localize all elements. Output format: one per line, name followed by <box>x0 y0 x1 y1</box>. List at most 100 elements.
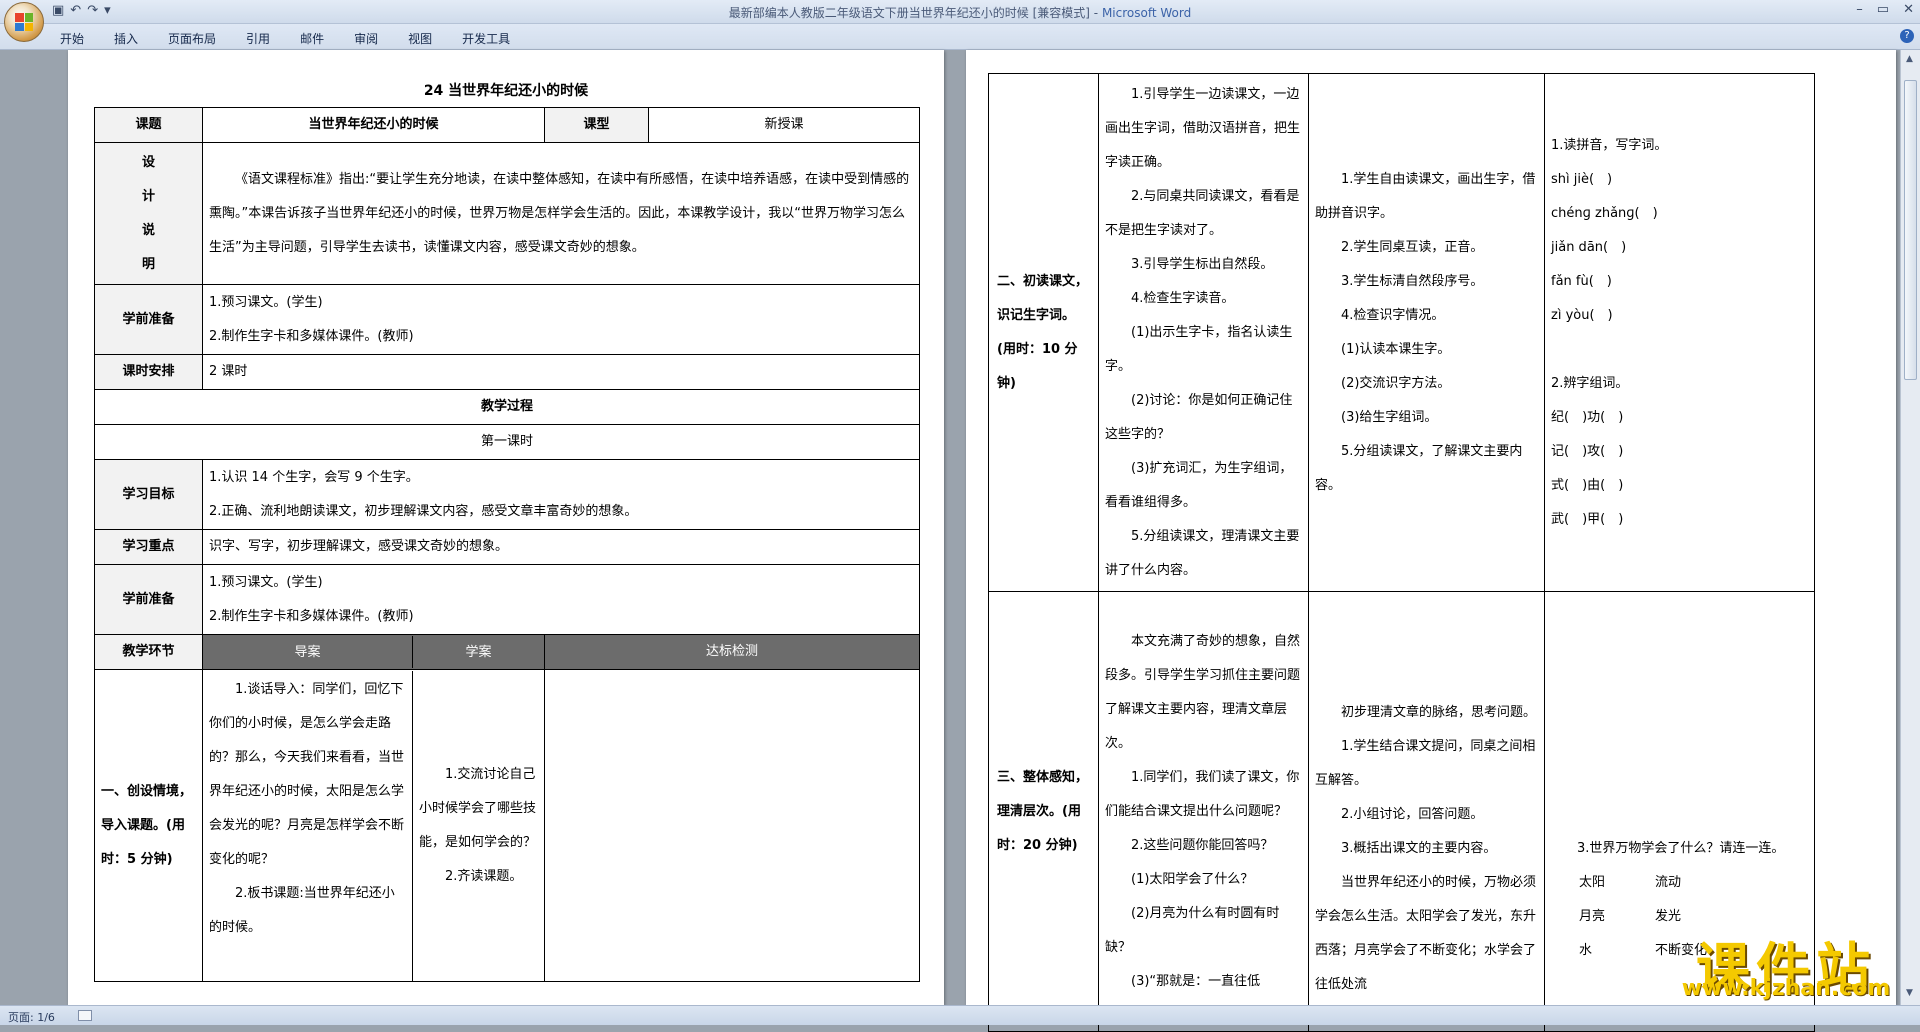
window-controls: – ▭ ✕ <box>1856 2 1914 17</box>
document-name: 最新部编本人教版二年级语文下册当世界年纪还小的时候 [兼容模式] <box>728 6 1090 20</box>
ribbon-tab[interactable]: 引用 <box>246 30 270 47</box>
lesson-plan-table-cont: 二、初读课文，识记生字词。(用时：10 分钟) 1.引导学生一边读课文，一边画出… <box>988 73 1815 1032</box>
check-item: 纪( )功( ) <box>1551 409 1624 425</box>
stage1-study: 1.交流讨论自己小时候学会了哪些技能，是如何学会的？ 2.齐读课题。 <box>413 671 544 981</box>
ribbon-tab[interactable]: 审阅 <box>354 30 378 47</box>
study-item: (2)交流识字方法。 <box>1341 375 1451 391</box>
guide-item: (1)太阳学会了什么？ <box>1131 871 1254 887</box>
guide-item: 2.板书课题:当世界年纪还小的时候。 <box>209 885 395 935</box>
study-item: 3.学生标清自然段序号。 <box>1341 273 1484 289</box>
prep-item: 2.制作生字卡和多媒体课件。(教师) <box>209 328 414 344</box>
stage2-study: 1.学生自由读课文，画出生字，借助拼音识字。 2.学生同桌互读，正音。 3.学生… <box>1308 73 1545 592</box>
goal-item: 2.正确、流利地朗读课文，初步理解课文内容，感受文章丰富奇妙的想象。 <box>209 503 638 519</box>
minimize-icon[interactable]: – <box>1856 2 1863 17</box>
guide-header: 导案 学案 <box>202 634 545 670</box>
check-item: chénɡ zhǎnɡ( ) <box>1551 205 1658 221</box>
prep-item: 1.预习课文。(学生) <box>209 574 323 590</box>
guide-item: (3)“那就是：一直往低 <box>1131 973 1261 989</box>
course-type-value: 新授课 <box>648 107 920 143</box>
match-question: 3.世界万物学会了什么？请连一连。 <box>1577 840 1785 856</box>
prep2-cell: 1.预习课文。(学生) 2.制作生字卡和多媒体课件。(教师) <box>202 564 920 635</box>
watermark-logo: 课件站 www.kjzhan.com <box>1670 924 1902 1002</box>
goals-cell: 1.认识 14 个生字，会写 9 个生字。 2.正确、流利地朗读课文，初步理解课… <box>202 459 920 530</box>
match-left-item: 月亮 <box>1579 908 1606 924</box>
scroll-down-icon[interactable]: ▼ <box>1906 988 1913 998</box>
stage2-label: 二、初读课文，识记生字词。(用时：10 分钟) <box>988 73 1099 592</box>
scroll-thumb[interactable] <box>1904 80 1917 380</box>
study-item: (1)认读本课生字。 <box>1341 341 1451 357</box>
study-item: (3)给生字组词。 <box>1341 409 1438 425</box>
ribbon-tab[interactable]: 插入 <box>114 30 138 47</box>
design-text-cell: 《语文课程标准》指出:“要让学生充分地读，在读中整体感知，在读中有所感悟，在读中… <box>202 142 920 285</box>
prep-cell: 1.预习课文。(学生) 2.制作生字卡和多媒体课件。(教师) <box>202 284 920 355</box>
match-left-col: 太阳 月亮 水 <box>1579 866 1655 968</box>
study-item: 1.交流讨论自己小时候学会了哪些技能，是如何学会的？ <box>419 766 537 850</box>
help-icon[interactable]: ? <box>1900 29 1914 43</box>
maximize-icon[interactable]: ▭ <box>1877 2 1889 17</box>
stage1-check <box>544 669 920 982</box>
guide-item: (2)月亮为什么有时圆有时缺？ <box>1105 905 1280 955</box>
check-item: jiǎn dān( ) <box>1551 239 1627 255</box>
lesson-title: 24 当世界年纪还小的时候 <box>423 83 589 99</box>
study-item: 1.学生结合课文提问，同桌之间相互解答。 <box>1315 738 1536 788</box>
match-right-item: 流动 <box>1655 874 1682 890</box>
study-item: 5.分组读课文，了解课文主要内容。 <box>1315 443 1523 493</box>
check-item: 2.辨字组词。 <box>1551 375 1629 391</box>
page-indicator[interactable]: 页面: 1/6 <box>8 1009 55 1025</box>
guide-header-text: 导案 <box>203 636 413 668</box>
check-item: 式( )由( ) <box>1551 477 1624 493</box>
guide-item: 本文充满了奇妙的想象，自然段多。引导学生学习抓住主要问题了解课文主要内容，理清文… <box>1105 633 1301 751</box>
ribbon-tab[interactable]: 页面布局 <box>168 30 216 47</box>
stage1-guide-study: 1.谈话导入：同学们，回忆下你们的小时候，是怎么学会走路的？那么，今天我们来看看… <box>202 669 545 982</box>
stage1-label: 一、创设情境，导入课题。(用时：5 分钟) <box>94 669 203 982</box>
guide-item: (2)讨论：你是如何正确记住这些字的？ <box>1105 392 1293 442</box>
app-name: Microsoft Word <box>1101 6 1192 20</box>
office-button[interactable] <box>4 2 44 42</box>
guide-item: 2.与同桌共同读课文，看看是不是把生字读对了。 <box>1105 188 1300 238</box>
check-item: 1.读拼音，写字词。 <box>1551 137 1668 153</box>
stage2-check: 1.读拼音，写字词。 shì jiè( ) chénɡ zhǎnɡ( ) jiǎ… <box>1544 73 1815 592</box>
guide-item: 1.同学们，我们读了课文，你们能结合课文提出什么问题呢？ <box>1105 769 1300 819</box>
stage3-label: 三、整体感知，理清层次。(用时：20 分钟) <box>988 591 1099 1032</box>
ribbon-tab[interactable]: 开发工具 <box>462 30 510 47</box>
study-item: 4.检查识字情况。 <box>1341 307 1445 323</box>
ribbon-tab[interactable]: 视图 <box>408 30 432 47</box>
prep-label: 学前准备 <box>94 284 203 355</box>
office-logo-icon <box>15 13 33 31</box>
study-item: 1.学生自由读课文，画出生字，借助拼音识字。 <box>1315 171 1536 221</box>
document-page-1[interactable]: 24 当世界年纪还小的时候 课题 当世界年纪还小的时候 课型 新授课 设计说明 … <box>68 50 944 1005</box>
ribbon-tab-bar: 开始 插入 页面布局 引用 邮件 审阅 视图 开发工具 ? <box>0 24 1920 50</box>
prep-item: 1.预习课文。(学生) <box>209 294 323 310</box>
stage2-guide: 1.引导学生一边读课文，一边画出生字词，借助汉语拼音，把生字读正确。 2.与同桌… <box>1098 73 1309 592</box>
process-title: 教学过程 <box>94 389 920 425</box>
lesson-1-title: 第一课时 <box>94 424 920 460</box>
title-separator: - <box>1089 6 1102 20</box>
prep2-label: 学前准备 <box>94 564 203 635</box>
guide-item: 4.检查生字读音。 <box>1131 290 1235 306</box>
design-text: 《语文课程标准》指出:“要让学生充分地读，在读中整体感知，在读中有所感悟，在读中… <box>209 171 910 255</box>
focus-value: 识字、写字，初步理解课文，感受课文奇妙的想象。 <box>202 529 920 565</box>
vertical-scrollbar[interactable]: ▲ ▼ <box>1900 50 1920 1005</box>
check-header: 达标检测 <box>544 634 920 670</box>
guide-item: 1.引导学生一边读课文，一边画出生字词，借助汉语拼音，把生字读正确。 <box>1105 86 1301 170</box>
check-item: zì yòu( ) <box>1551 307 1613 323</box>
check-item: 记( )攻( ) <box>1551 443 1624 459</box>
guide-item: (3)扩充词汇，为生字组词，看看谁组得多。 <box>1105 460 1293 510</box>
design-label-text: 设计说明 <box>141 154 155 272</box>
course-type-label: 课型 <box>544 107 649 143</box>
proofing-icon[interactable] <box>78 1010 92 1021</box>
lesson-plan-table: 课题 当世界年纪还小的时候 课型 新授课 设计说明 《语文课程标准》指出:“要让… <box>94 107 920 982</box>
stage-header-label: 教学环节 <box>94 634 203 670</box>
study-item: 初步理清文章的脉络，思考问题。 <box>1341 704 1537 720</box>
close-icon[interactable]: ✕ <box>1903 2 1914 17</box>
course-label: 课题 <box>94 107 203 143</box>
hours-label: 课时安排 <box>94 354 203 390</box>
hours-value: 2 课时 <box>202 354 920 390</box>
design-label: 设计说明 <box>94 142 203 285</box>
scroll-up-icon[interactable]: ▲ <box>1906 54 1913 64</box>
ribbon-tab[interactable]: 邮件 <box>300 30 324 47</box>
ribbon-tab[interactable]: 开始 <box>60 30 84 47</box>
study-item: 2.学生同桌互读，正音。 <box>1341 239 1484 255</box>
document-page-2[interactable]: 二、初读课文，识记生字词。(用时：10 分钟) 1.引导学生一边读课文，一边画出… <box>966 50 1896 1032</box>
focus-label: 学习重点 <box>94 529 203 565</box>
